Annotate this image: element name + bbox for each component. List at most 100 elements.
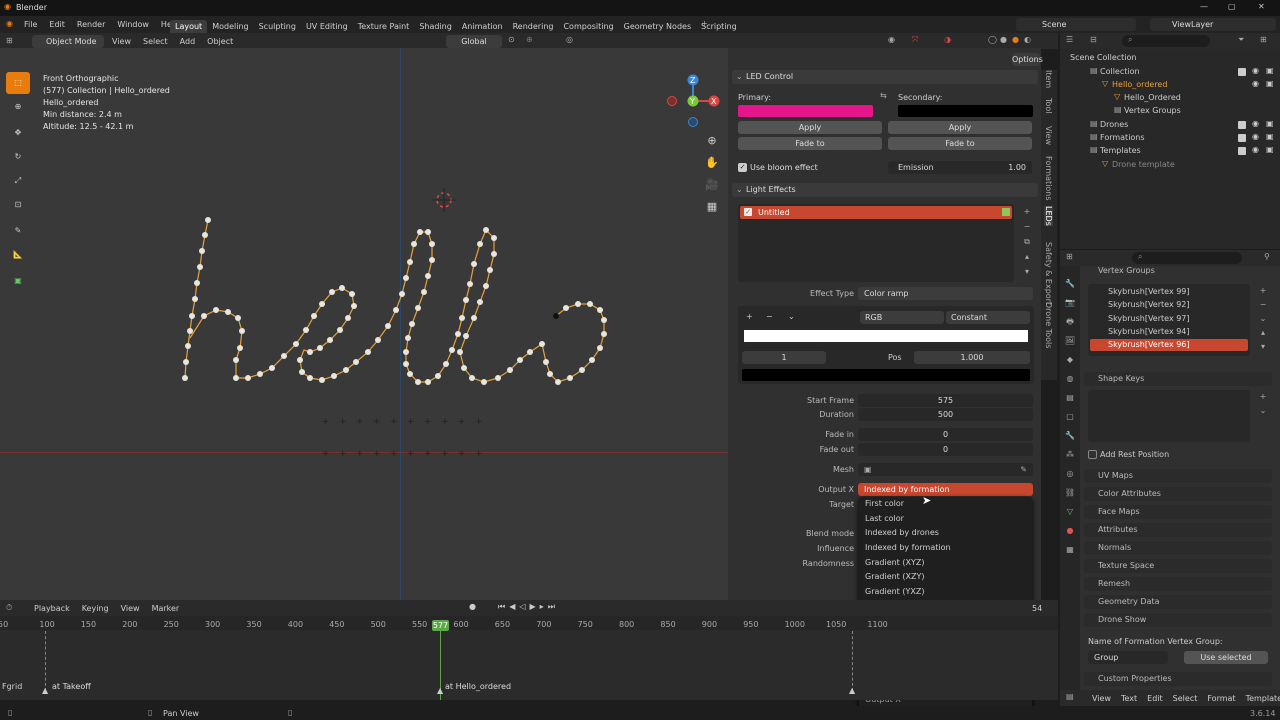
section-texture-space[interactable]: Texture Space [1084, 559, 1272, 573]
custom-properties-header[interactable]: Custom Properties [1084, 672, 1272, 686]
camera-icon[interactable]: ▣ [1266, 145, 1274, 154]
drone-point[interactable] [303, 327, 309, 333]
emission-field[interactable]: Emission 1.00 [888, 161, 1032, 174]
drone-point[interactable] [345, 315, 351, 321]
drone-point[interactable] [235, 315, 241, 321]
drone-point[interactable] [457, 349, 463, 355]
drone-point[interactable] [449, 347, 455, 353]
checkbox-icon[interactable] [1238, 134, 1246, 142]
select-tool-icon[interactable]: ⬚ [6, 72, 30, 94]
drone-point[interactable] [269, 365, 275, 371]
dropdown-option[interactable]: Gradient (XZY) [859, 570, 1032, 585]
navigation-gizmo[interactable]: Z X Y [664, 72, 724, 132]
tab-animation[interactable]: Animation [457, 20, 508, 33]
duplicate-effect-icon[interactable]: ⧉ [1020, 234, 1034, 249]
section-normals[interactable]: Normals [1084, 541, 1272, 555]
shading-material-icon[interactable]: ● [1012, 35, 1019, 44]
drone-point[interactable] [233, 375, 239, 381]
collection-tab-icon[interactable]: ▤ [1060, 388, 1080, 407]
tab-layout[interactable]: Layout [170, 20, 208, 33]
3d-viewport[interactable]: + + + + + + + + + + + + + + + + + + + + Front Orthographic… [0, 48, 728, 600]
vgroup-up-icon[interactable]: ▴ [1256, 326, 1270, 340]
dropdown-option[interactable]: Indexed by formation [859, 541, 1032, 556]
drone-point[interactable] [481, 379, 487, 385]
drone-point[interactable] [425, 273, 431, 279]
start-frame-field[interactable]: 575 [858, 394, 1033, 407]
drone-point[interactable] [567, 375, 573, 381]
drone-point[interactable] [233, 357, 239, 363]
drone-point[interactable] [589, 357, 595, 363]
vertex-group-item[interactable]: Skybrush[Vertex 97] [1090, 313, 1248, 325]
drone-point[interactable] [495, 375, 501, 381]
mesh-field[interactable]: ▣ ✎ [858, 463, 1033, 476]
camera-icon[interactable]: ▣ [1266, 132, 1274, 141]
fade-out-field[interactable]: 0 [858, 443, 1033, 456]
drone-point[interactable] [417, 229, 423, 235]
stop-color-swatch[interactable] [742, 369, 1030, 381]
fade-to-primary-button[interactable]: Fade to [738, 137, 882, 150]
section-color-attributes[interactable]: Color Attributes [1084, 487, 1272, 501]
maximize-icon[interactable]: ▢ [1228, 2, 1236, 11]
drone-point[interactable] [183, 359, 189, 365]
effect-item[interactable]: ✓ Untitled [740, 206, 1012, 219]
section-face-maps[interactable]: Face Maps [1084, 505, 1272, 519]
dropdown-option[interactable]: First color [859, 497, 1032, 512]
drone-point[interactable] [601, 331, 607, 337]
add-rest-position-checkbox[interactable] [1088, 450, 1097, 459]
checkbox-icon[interactable] [1238, 121, 1246, 129]
sidebar-tab-leds[interactable]: LEDs [1044, 206, 1053, 226]
drone-point[interactable] [597, 345, 603, 351]
shape-keys-header[interactable]: Shape Keys [1084, 372, 1272, 386]
section-uv-maps[interactable]: UV Maps [1084, 469, 1272, 483]
pin-icon[interactable]: ⚲ [1264, 252, 1270, 261]
shading-wire-icon[interactable]: ◯ [988, 35, 997, 44]
drone-point[interactable] [182, 375, 188, 381]
scene-selector[interactable] [1016, 18, 1136, 31]
fade-in-field[interactable]: 0 [858, 428, 1033, 441]
outliner-item[interactable]: Drones [1078, 119, 1128, 131]
move-down-icon[interactable]: ▾ [1020, 264, 1034, 279]
duration-field[interactable]: 500 [858, 408, 1033, 421]
orientation-select[interactable]: Global [446, 35, 502, 48]
pos-field[interactable]: 1.000 [914, 351, 1030, 364]
scene-tab-icon[interactable]: ◆ [1060, 350, 1080, 369]
drone-point[interactable] [543, 359, 549, 365]
transform-tool-icon[interactable]: ⊡ [6, 194, 30, 216]
current-frame-indicator[interactable]: 577 [432, 620, 449, 631]
effect-enabled-checkbox[interactable]: ✓ [744, 208, 752, 216]
vertex-groups-list[interactable]: Skybrush[Vertex 99] Skybrush[Vertex 92] Sk… [1088, 284, 1250, 356]
dropdown-option[interactable]: Gradient (YXZ) [859, 585, 1032, 600]
formation-vgroup-field[interactable]: Group [1088, 651, 1168, 664]
drone-point[interactable] [455, 331, 461, 337]
jump-start-icon[interactable]: ⏮ [498, 602, 509, 611]
move-tool-icon[interactable]: ✥ [6, 122, 30, 144]
drone-point[interactable] [189, 313, 195, 319]
overlay-icon[interactable]: ◑ [944, 35, 951, 44]
data-tab-icon[interactable]: ▽ [1060, 502, 1080, 521]
drone-point[interactable] [185, 343, 191, 349]
drone-point[interactable] [463, 297, 469, 303]
text-menu-view[interactable]: View [1092, 694, 1111, 703]
drone-point[interactable] [339, 285, 345, 291]
dropdown-option[interactable]: Gradient (XYZ) [859, 556, 1032, 571]
shape-key-menu-icon[interactable]: ⌄ [1256, 404, 1270, 418]
menu-edit[interactable]: Edit [49, 20, 65, 29]
checkbox-icon[interactable] [1238, 147, 1246, 155]
drone-point[interactable] [409, 321, 415, 327]
drone-point[interactable] [343, 367, 349, 373]
drone-point[interactable] [201, 313, 207, 319]
drone-point[interactable] [411, 241, 417, 247]
tab-uv-editing[interactable]: UV Editing [301, 20, 353, 33]
drone-point[interactable] [467, 281, 473, 287]
add-vgroup-icon[interactable]: + [1256, 284, 1270, 298]
eye-icon[interactable]: ◉ [1252, 79, 1259, 88]
effect-type-select[interactable]: Color ramp [858, 287, 1033, 300]
bloom-checkbox[interactable]: ✓ [738, 163, 747, 172]
outliner-item[interactable]: Formations [1078, 132, 1145, 144]
add-stop-icon[interactable]: + [746, 312, 753, 321]
drone-point[interactable] [317, 345, 323, 351]
move-up-icon[interactable]: ▴ [1020, 249, 1034, 264]
light-effects-header[interactable]: ⌄ Light Effects [732, 183, 1038, 197]
tab-rendering[interactable]: Rendering [508, 20, 559, 33]
menu-render[interactable]: Render [77, 20, 105, 29]
